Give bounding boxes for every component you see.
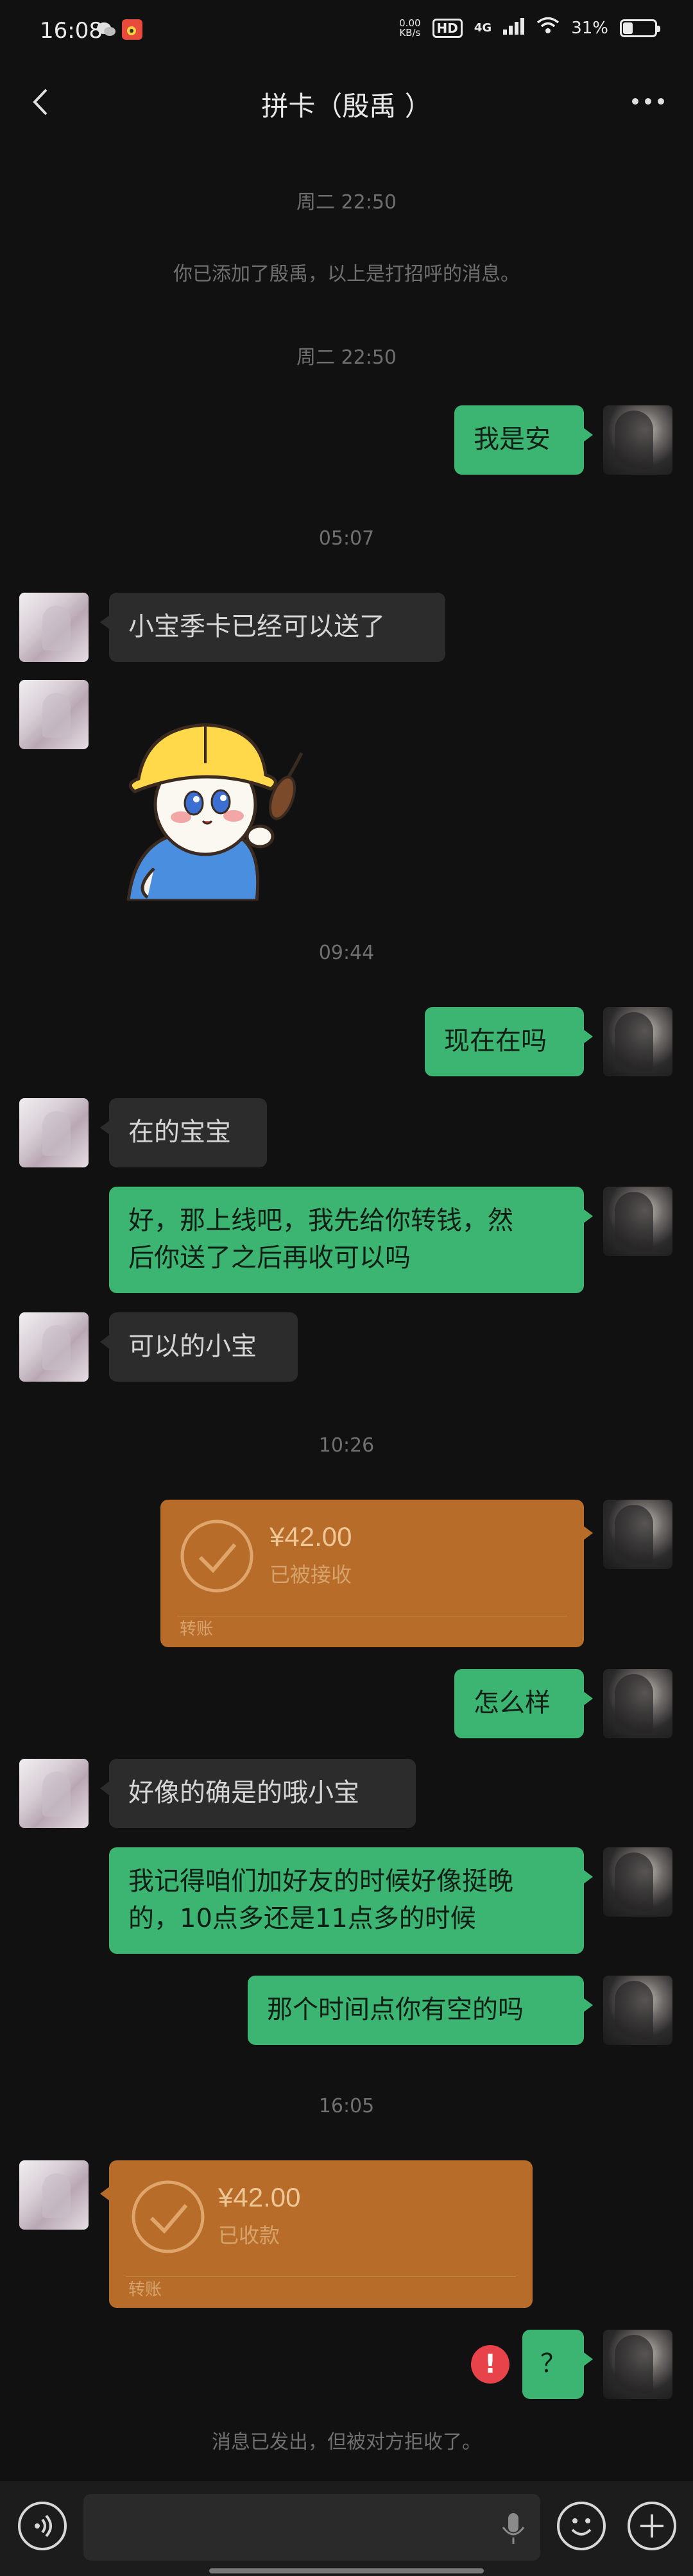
- contact-avatar[interactable]: [19, 593, 89, 662]
- signal-icon: [503, 17, 525, 39]
- status-time: 16:08: [40, 18, 103, 44]
- transfer-check-icon: [178, 1518, 255, 1595]
- hd-icon: HD: [432, 18, 463, 38]
- received-message-bubble[interactable]: 好像的确是的哦小宝: [100, 1759, 416, 1828]
- status-bar: 16:08 0.00 KB/s HD 4G 31%: [0, 0, 693, 62]
- battery-percent: 31%: [571, 18, 608, 38]
- battery-icon: [620, 19, 660, 37]
- emoji-button[interactable]: [557, 2502, 606, 2550]
- message-line: 的，10点多还是11点多的时候: [128, 1904, 476, 1933]
- transfer-amount: ¥42.00: [218, 2182, 301, 2212]
- received-message-bubble[interactable]: 在的宝宝: [100, 1098, 267, 1167]
- sent-message-bubble[interactable]: 那个时间点你有空的吗: [248, 1976, 593, 2045]
- my-avatar[interactable]: [603, 2330, 672, 2399]
- timestamp: 09:44: [318, 942, 375, 964]
- timestamp: 16:05: [318, 2095, 375, 2117]
- sent-message-bubble[interactable]: ？: [522, 2330, 593, 2399]
- my-avatar[interactable]: [603, 1500, 672, 1569]
- more-options-icon[interactable]: [628, 87, 669, 115]
- voice-mode-button[interactable]: [18, 2502, 67, 2550]
- microphone-icon[interactable]: [501, 2512, 526, 2545]
- input-bar: [0, 2481, 693, 2576]
- my-avatar[interactable]: [603, 1669, 672, 1738]
- transfer-check-icon: [130, 2178, 207, 2255]
- rejected-notice: 消息已发出，但被对方拒收了。: [212, 2431, 481, 2453]
- message-line: 我记得咱们加好友的时候好像挺晚: [128, 1867, 513, 1896]
- contact-avatar[interactable]: [19, 680, 89, 749]
- my-avatar[interactable]: [603, 1976, 672, 2045]
- message-input[interactable]: [83, 2494, 540, 2561]
- sent-message-bubble[interactable]: 现在在吗: [425, 1007, 593, 1076]
- battery-level-fill: [623, 22, 633, 34]
- status-right-icons: 0.00 KB/s HD 4G 31%: [399, 17, 660, 39]
- transfer-status: 已被接收: [270, 1563, 352, 1587]
- weibo-notification-icon: [122, 19, 142, 40]
- sticker-message[interactable]: [109, 708, 314, 902]
- transfer-card-accepted[interactable]: ¥42.00 已被接收 转账: [160, 1500, 593, 1647]
- chat-title: 拼卡（殷禹 ）: [261, 90, 432, 122]
- chat-screen: 16:08 0.00 KB/s HD 4G 31% 拼卡（殷禹 ） 周二 22:…: [0, 0, 693, 2576]
- transfer-card-received[interactable]: ¥42.00 已收款 转账: [100, 2160, 533, 2308]
- timestamp: 05:07: [318, 527, 375, 550]
- received-message-bubble[interactable]: 小宝季卡已经可以送了: [100, 593, 445, 662]
- timestamp: 周二 22:50: [296, 191, 397, 214]
- message-line: 后你送了之后再收可以吗: [128, 1243, 411, 1273]
- net-speed: 0.00 KB/s: [399, 17, 421, 38]
- more-functions-plus-button[interactable]: [628, 2502, 676, 2550]
- contact-avatar[interactable]: [19, 2160, 89, 2230]
- transfer-label: 转账: [128, 2280, 162, 2300]
- transfer-label: 转账: [180, 1620, 214, 1639]
- transfer-amount: ¥42.00: [270, 1521, 352, 1552]
- system-notice: 你已添加了殷禹，以上是打招呼的消息。: [173, 263, 520, 285]
- my-avatar[interactable]: [603, 1007, 672, 1076]
- chat-header: 拼卡（殷禹 ）: [0, 62, 693, 145]
- wechat-notification-icon: [96, 19, 117, 40]
- network-4g-icon: 4G: [474, 21, 492, 35]
- received-message-bubble[interactable]: 可以的小宝: [100, 1312, 298, 1382]
- sent-message-bubble[interactable]: 怎么样: [454, 1669, 593, 1738]
- wifi-icon: [536, 17, 560, 39]
- home-indicator[interactable]: [209, 2568, 484, 2573]
- my-avatar[interactable]: [603, 1187, 672, 1256]
- sent-message-bubble[interactable]: 我记得咱们加好友的时候好像挺晚 的，10点多还是11点多的时候: [109, 1847, 593, 1954]
- timestamp: 10:26: [318, 1434, 375, 1457]
- my-avatar[interactable]: [603, 405, 672, 475]
- contact-avatar[interactable]: [19, 1312, 89, 1382]
- sent-message-bubble[interactable]: 好，那上线吧，我先给你转钱，然 后你送了之后再收可以吗: [109, 1187, 593, 1293]
- contact-avatar[interactable]: [19, 1098, 89, 1167]
- sent-message-bubble[interactable]: 我是安: [454, 405, 593, 475]
- transfer-divider: [126, 2276, 516, 2277]
- timestamp: 周二 22:50: [296, 346, 397, 369]
- send-failed-icon[interactable]: !: [471, 2345, 509, 2384]
- transfer-status: 已收款: [218, 2223, 280, 2248]
- message-line: 好，那上线吧，我先给你转钱，然: [128, 1206, 513, 1235]
- contact-avatar[interactable]: [19, 1759, 89, 1828]
- my-avatar[interactable]: [603, 1847, 672, 1917]
